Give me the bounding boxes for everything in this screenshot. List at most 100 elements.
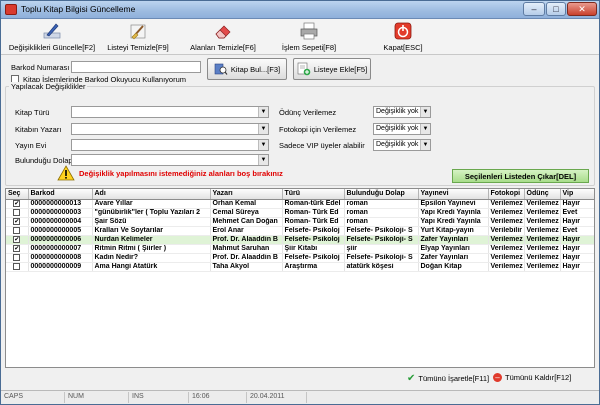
exit-icon [394, 22, 412, 40]
add-to-list-button[interactable]: Listeye Ekle[F5] [293, 58, 371, 80]
cell-loan: Verilemez [524, 199, 561, 209]
row-select-cell [6, 253, 29, 263]
cell-shelf: Felsefe- Psikoloji- S [344, 253, 419, 263]
find-book-button[interactable]: Kitap Bul...[F3] [207, 58, 287, 80]
chevron-down-icon: ▼ [420, 107, 430, 117]
vip-select-value: Değişiklik yok [376, 141, 419, 148]
table-body: ✔ 0000000000013 Avare Yıllar Orhan Kemal Rom… [6, 199, 594, 272]
broom-icon [130, 24, 146, 40]
cell-copy: Verilemez [488, 235, 525, 245]
author-select[interactable]: ▼ [71, 123, 269, 135]
row-select-checkbox[interactable]: ✔ [13, 235, 21, 243]
cell-name: Avare Yıllar [92, 199, 211, 209]
row-select-checkbox[interactable] [13, 226, 21, 234]
cell-author: Prof. Dr. Alaaddin B [210, 235, 283, 245]
row-select-cell: ✔ [6, 235, 29, 245]
column-header[interactable]: Bulunduğu Dolap [344, 189, 419, 200]
barcode-input[interactable] [71, 61, 201, 73]
cell-shelf: şiir [344, 244, 419, 254]
app-icon [5, 4, 17, 15]
column-header[interactable]: Fotokopi [488, 189, 525, 200]
cell-shelf: roman [344, 199, 419, 209]
column-header[interactable]: Adı [92, 189, 211, 200]
row-select-checkbox[interactable]: ✔ [13, 217, 21, 225]
cell-author: Orhan Kemal [210, 199, 283, 209]
cell-loan: Verilemez [524, 244, 561, 254]
toolbar: Değişiklikleri Güncelle[F2] Listeyi Temi… [1, 19, 599, 55]
field-label-publisher: Yayın Evi [15, 141, 47, 150]
status-time: 16:06 [189, 392, 247, 403]
column-header[interactable]: Yayınevi [418, 189, 489, 200]
remove-selected-button[interactable]: Seçilenleri Listeden Çıkar[DEL] [452, 169, 589, 183]
cell-loan: Verilemez [524, 262, 561, 272]
loan-select[interactable]: Değişiklik yok ▼ [373, 106, 431, 118]
row-select-checkbox[interactable] [13, 262, 21, 270]
option-label-vip: Sadece VIP üyeler alabilir [279, 141, 365, 150]
cell-barcode: 0000000000003 [28, 208, 93, 218]
close-app-button[interactable]: Kapat[ESC] [373, 21, 433, 52]
row-select-cell [6, 226, 29, 236]
cell-type: Şiir Kitabı [282, 244, 345, 254]
cell-type: Felsefe- Psikoloj [282, 235, 345, 245]
chevron-down-icon: ▼ [420, 124, 430, 134]
cell-barcode: 0000000000008 [28, 253, 93, 263]
table-row[interactable]: 0000000000008 Kadın Nedir? Prof. Dr. Alaad… [6, 253, 594, 263]
table-row[interactable]: 0000000000009 Ama Hangi Atatürk Taha Akyol… [6, 262, 594, 272]
row-select-checkbox[interactable] [13, 253, 21, 261]
row-select-cell [6, 262, 29, 272]
warning-icon [57, 165, 75, 181]
row-select-cell: ✔ [6, 217, 29, 227]
cell-author: Prof. Dr. Alaaddin B [210, 253, 283, 263]
table-row[interactable]: ✔ 0000000000013 Avare Yıllar Orhan Kemal Rom… [6, 199, 594, 209]
column-header[interactable]: Seç [6, 189, 29, 200]
unmark-all-button[interactable]: – Tümünü Kaldır[F12] [493, 373, 571, 382]
minimize-button[interactable]: – [523, 2, 545, 16]
table-row[interactable]: 0000000000003 "günübirlik"ler ( Toplu Yaz… [6, 208, 594, 218]
column-header[interactable]: Türü [282, 189, 345, 200]
cell-name: Kralları Ve Soytarılar [92, 226, 211, 236]
table-row[interactable]: ✔ 0000000000004 Şair Sözü Mehmet Can Doğan R… [6, 217, 594, 227]
cell-loan: Verilemez [524, 235, 561, 245]
close-button[interactable]: ✕ [567, 2, 597, 16]
field-label-shelf: Bulunduğu Dolap [15, 156, 73, 165]
loan-select-value: Değişiklik yok [376, 108, 419, 115]
books-grid: Seç Barkod Adı Yazarı Türü Bulunduğu Dolap Yay… [5, 188, 595, 368]
clear-fields-button[interactable]: Alanları Temizle[F6] [187, 21, 259, 52]
copy-select[interactable]: Değişiklik yok ▼ [373, 123, 431, 135]
maximize-button[interactable]: □ [546, 2, 566, 16]
cell-vip: Hayır [560, 262, 594, 272]
row-select-checkbox[interactable]: ✔ [13, 199, 21, 207]
update-changes-button[interactable]: Değişiklikleri Güncelle[F2] [7, 21, 97, 52]
process-basket-button[interactable]: İşlem Sepeti[F8] [277, 21, 341, 52]
row-select-checkbox[interactable]: ✔ [13, 244, 21, 252]
column-header[interactable]: Barkod [28, 189, 93, 200]
cell-loan: Verilemez [524, 217, 561, 227]
column-header[interactable]: Ödünç [524, 189, 561, 200]
status-num: NUM [65, 392, 129, 403]
chevron-down-icon: ▼ [258, 155, 268, 165]
cell-name: Ama Hangi Atatürk [92, 262, 211, 272]
mark-all-button[interactable]: ✔ Tümünü İşaretle[F11] [407, 373, 489, 384]
vip-select[interactable]: Değişiklik yok ▼ [373, 139, 431, 151]
cell-author: Erol Anar [210, 226, 283, 236]
type-select[interactable]: ▼ [71, 106, 269, 118]
cell-loan: Verilemez [524, 253, 561, 263]
title-bar[interactable]: Toplu Kitap Bilgisi Güncelleme – □ ✕ [1, 1, 599, 19]
cell-barcode: 0000000000005 [28, 226, 93, 236]
table-header-row: Seç Barkod Adı Yazarı Türü Bulunduğu Dolap Yay… [6, 189, 594, 200]
cell-vip: Hayır [560, 253, 594, 263]
cell-author: Mehmet Can Doğan [210, 217, 283, 227]
cell-name: "günübirlik"ler ( Toplu Yazıları 2 [92, 208, 211, 218]
clear-list-button[interactable]: Listeyi Temizle[F9] [105, 21, 171, 52]
add-to-list-label: Listeye Ekle[F5] [313, 64, 368, 74]
main-window: Toplu Kitap Bilgisi Güncelleme – □ ✕ Değ… [0, 0, 600, 405]
table-row[interactable]: ✔ 0000000000007 Ritmin Ritmi ( Şiirler ) Ma… [6, 244, 594, 254]
row-select-checkbox[interactable] [13, 208, 21, 216]
cell-barcode: 0000000000004 [28, 217, 93, 227]
publisher-select[interactable]: ▼ [71, 139, 269, 151]
option-label-loan: Ödünç Verilemez [279, 108, 337, 117]
column-header[interactable]: Vip [560, 189, 594, 200]
table-row[interactable]: 0000000000005 Kralları Ve Soytarılar Erol … [6, 226, 594, 236]
column-header[interactable]: Yazarı [210, 189, 283, 200]
table-row[interactable]: ✔ 0000000000006 Nurdan Kelimeler Prof. Dr. … [6, 235, 594, 245]
